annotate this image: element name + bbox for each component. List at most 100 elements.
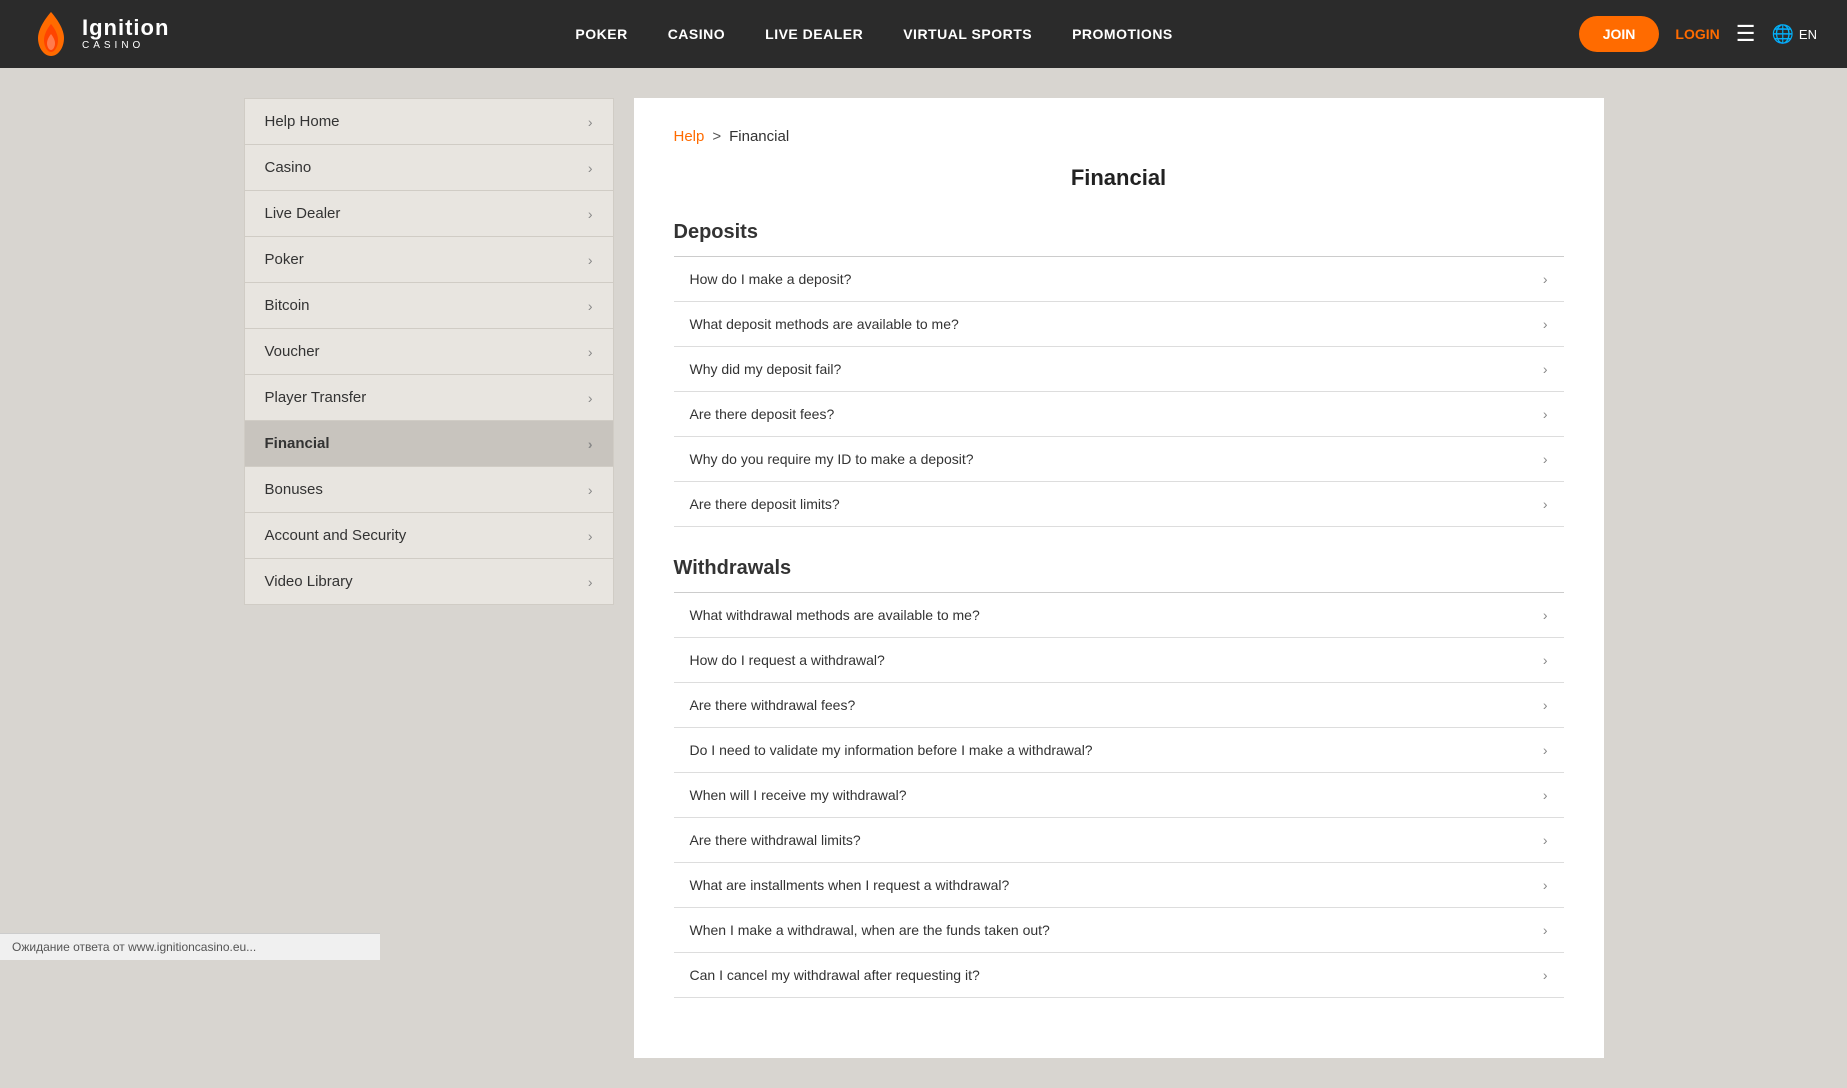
main-content: Help > Financial Financial Deposits How … [634,98,1604,1058]
faq-item-withdrawal-5[interactable]: Are there withdrawal limits? › [674,818,1564,863]
sidebar-item-live-dealer[interactable]: Live Dealer › [244,190,614,236]
page-wrap: Help Home › Casino › Live Dealer › Poker… [224,68,1624,1088]
logo-flame-icon [30,10,72,58]
join-button[interactable]: JOIN [1579,16,1660,52]
faq-item-withdrawal-7[interactable]: When I make a withdrawal, when are the f… [674,908,1564,953]
breadcrumb-current: Financial [729,128,789,145]
faq-label: When will I receive my withdrawal? [690,787,907,803]
faq-label: What are installments when I request a w… [690,877,1010,893]
logo-ignition: Ignition [82,17,169,39]
chevron-right-icon: › [1543,652,1548,668]
chevron-icon: › [588,114,593,130]
withdrawals-heading: Withdrawals [674,557,1564,580]
chevron-right-icon: › [1543,742,1548,758]
breadcrumb-separator: > [712,128,721,145]
logo-area[interactable]: Ignition CASINO [30,10,169,58]
faq-label: Are there deposit limits? [690,496,840,512]
chevron-right-icon: › [1543,832,1548,848]
header-right: JOIN LOGIN ☰ 🌐 EN [1579,16,1817,52]
logo-casino: CASINO [82,41,169,51]
chevron-icon: › [588,160,593,176]
sidebar-item-casino[interactable]: Casino › [244,144,614,190]
faq-item-deposit-2[interactable]: Why did my deposit fail? › [674,347,1564,392]
faq-label: Are there deposit fees? [690,406,835,422]
faq-item-deposit-0[interactable]: How do I make a deposit? › [674,257,1564,302]
nav-poker[interactable]: POKER [575,26,627,42]
sidebar-item-player-transfer[interactable]: Player Transfer › [244,374,614,420]
faq-label: Do I need to validate my information bef… [690,742,1093,758]
sidebar: Help Home › Casino › Live Dealer › Poker… [244,98,614,1058]
chevron-icon: › [588,436,593,452]
faq-item-withdrawal-3[interactable]: Do I need to validate my information bef… [674,728,1564,773]
faq-label: What deposit methods are available to me… [690,316,959,332]
sidebar-item-poker[interactable]: Poker › [244,236,614,282]
nav-casino[interactable]: CASINO [668,26,725,42]
faq-item-deposit-4[interactable]: Why do you require my ID to make a depos… [674,437,1564,482]
status-text: Ожидание ответа от www.ignitioncasino.eu… [12,940,256,954]
withdrawals-section: Withdrawals What withdrawal methods are … [674,557,1564,998]
faq-item-withdrawal-0[interactable]: What withdrawal methods are available to… [674,593,1564,638]
chevron-right-icon: › [1543,271,1548,287]
faq-label: Why do you require my ID to make a depos… [690,451,974,467]
header: Ignition CASINO POKER CASINO LIVE DEALER… [0,0,1847,68]
status-bar: Ожидание ответа от www.ignitioncasino.eu… [0,933,380,960]
breadcrumb: Help > Financial [674,128,1564,145]
sidebar-item-voucher[interactable]: Voucher › [244,328,614,374]
chevron-icon: › [588,574,593,590]
chevron-icon: › [588,344,593,360]
breadcrumb-help-link[interactable]: Help [674,128,705,145]
sidebar-item-financial[interactable]: Financial › [244,420,614,466]
sidebar-item-bonuses[interactable]: Bonuses › [244,466,614,512]
faq-item-withdrawal-2[interactable]: Are there withdrawal fees? › [674,683,1564,728]
chevron-right-icon: › [1543,922,1548,938]
chevron-icon: › [588,390,593,406]
faq-item-withdrawal-4[interactable]: When will I receive my withdrawal? › [674,773,1564,818]
sidebar-item-help-home[interactable]: Help Home › [244,98,614,144]
sidebar-item-video-library[interactable]: Video Library › [244,558,614,605]
chevron-right-icon: › [1543,451,1548,467]
logo-text: Ignition CASINO [82,17,169,51]
hamburger-icon[interactable]: ☰ [1736,21,1756,47]
chevron-right-icon: › [1543,361,1548,377]
nav-live-dealer[interactable]: LIVE DEALER [765,26,863,42]
faq-label: How do I request a withdrawal? [690,652,885,668]
login-button[interactable]: LOGIN [1675,26,1719,42]
deposits-section: Deposits How do I make a deposit? › What… [674,221,1564,527]
chevron-right-icon: › [1543,496,1548,512]
faq-label: What withdrawal methods are available to… [690,607,980,623]
chevron-right-icon: › [1543,607,1548,623]
faq-label: How do I make a deposit? [690,271,852,287]
nav-promotions[interactable]: PROMOTIONS [1072,26,1173,42]
chevron-icon: › [588,482,593,498]
lang-label: EN [1799,27,1817,42]
faq-label: Are there withdrawal fees? [690,697,856,713]
globe-icon: 🌐 [1772,24,1794,45]
faq-label: When I make a withdrawal, when are the f… [690,922,1050,938]
chevron-right-icon: › [1543,877,1548,893]
chevron-icon: › [588,528,593,544]
faq-item-deposit-5[interactable]: Are there deposit limits? › [674,482,1564,527]
page-title: Financial [674,165,1564,191]
sidebar-item-bitcoin[interactable]: Bitcoin › [244,282,614,328]
chevron-right-icon: › [1543,316,1548,332]
chevron-icon: › [588,206,593,222]
chevron-icon: › [588,252,593,268]
faq-item-deposit-1[interactable]: What deposit methods are available to me… [674,302,1564,347]
language-selector[interactable]: 🌐 EN [1772,24,1817,45]
chevron-icon: › [588,298,593,314]
chevron-right-icon: › [1543,967,1548,983]
chevron-right-icon: › [1543,697,1548,713]
deposits-heading: Deposits [674,221,1564,244]
faq-label: Are there withdrawal limits? [690,832,861,848]
chevron-right-icon: › [1543,787,1548,803]
chevron-right-icon: › [1543,406,1548,422]
faq-item-withdrawal-6[interactable]: What are installments when I request a w… [674,863,1564,908]
sidebar-item-account-security[interactable]: Account and Security › [244,512,614,558]
faq-label: Can I cancel my withdrawal after request… [690,967,980,983]
faq-item-withdrawal-1[interactable]: How do I request a withdrawal? › [674,638,1564,683]
faq-item-deposit-3[interactable]: Are there deposit fees? › [674,392,1564,437]
nav-virtual-sports[interactable]: VIRTUAL SPORTS [903,26,1032,42]
withdrawals-faq-list: What withdrawal methods are available to… [674,592,1564,998]
main-nav: POKER CASINO LIVE DEALER VIRTUAL SPORTS … [575,26,1172,42]
deposits-faq-list: How do I make a deposit? › What deposit … [674,256,1564,527]
